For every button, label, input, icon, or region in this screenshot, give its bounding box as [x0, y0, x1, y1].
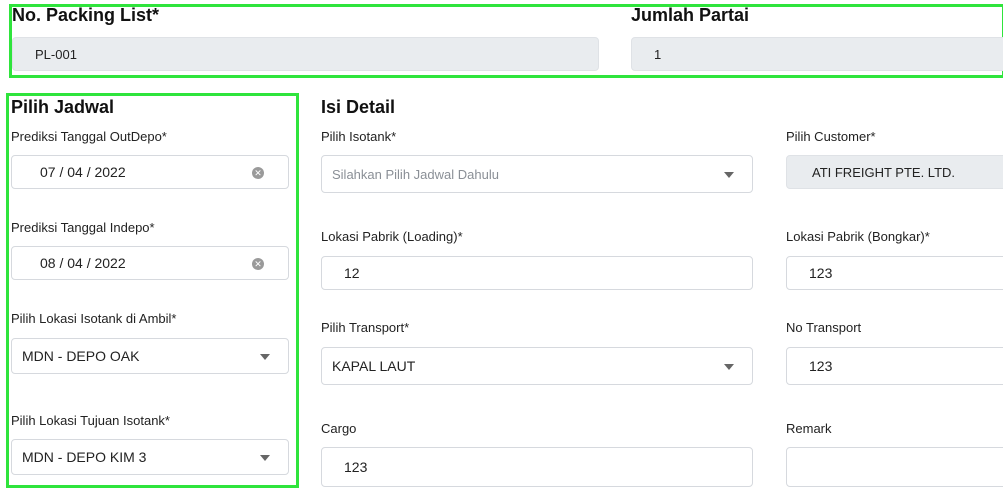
cargo-input[interactable]: 123: [321, 447, 753, 487]
chevron-down-icon: [724, 172, 734, 178]
outdepo-date-value: 07 / 04 / 2022: [40, 164, 126, 180]
packing-list-input[interactable]: PL-001: [12, 37, 599, 71]
isotank-label: Pilih Isotank*: [321, 129, 397, 144]
ambil-label: Pilih Lokasi Isotank di Ambil*: [11, 311, 177, 326]
loading-label: Lokasi Pabrik (Loading)*: [321, 229, 463, 244]
ambil-select-value: MDN - DEPO OAK: [22, 348, 140, 364]
chevron-down-icon: [260, 455, 270, 461]
bongkar-input[interactable]: 123: [786, 256, 1003, 290]
tujuan-label: Pilih Lokasi Tujuan Isotank*: [11, 413, 170, 428]
cargo-label: Cargo: [321, 421, 357, 436]
no-transport-label: No Transport: [786, 320, 862, 335]
packing-list-label: No. Packing List*: [12, 5, 160, 25]
chevron-down-icon: [260, 354, 270, 360]
isotank-placeholder: Silahkan Pilih Jadwal Dahulu: [332, 166, 499, 182]
outdepo-date-input[interactable]: 07 / 04 / 2022 ✕: [11, 155, 289, 189]
remark-label: Remark: [786, 421, 832, 436]
transport-label: Pilih Transport*: [321, 320, 410, 335]
clear-icon[interactable]: ✕: [252, 258, 264, 270]
customer-input[interactable]: ATI FREIGHT PTE. LTD.: [786, 155, 1003, 189]
jadwal-title: Pilih Jadwal: [11, 97, 115, 117]
jumlah-partai-input[interactable]: 1: [631, 37, 1003, 71]
no-transport-input[interactable]: 123: [786, 347, 1003, 385]
jadwal-section: [6, 93, 299, 488]
tujuan-select[interactable]: MDN - DEPO KIM 3: [11, 439, 289, 475]
loading-input[interactable]: 12: [321, 256, 753, 290]
indepo-label: Prediksi Tanggal Indepo*: [11, 220, 155, 235]
detail-title: Isi Detail: [321, 97, 396, 117]
transport-select[interactable]: KAPAL LAUT: [321, 347, 753, 385]
clear-icon[interactable]: ✕: [252, 167, 264, 179]
ambil-select[interactable]: MDN - DEPO OAK: [11, 338, 289, 374]
isotank-select[interactable]: Silahkan Pilih Jadwal Dahulu: [321, 155, 753, 193]
jumlah-partai-label: Jumlah Partai: [631, 5, 750, 25]
customer-label: Pilih Customer*: [786, 129, 876, 144]
bongkar-label: Lokasi Pabrik (Bongkar)*: [786, 229, 930, 244]
indepo-date-value: 08 / 04 / 2022: [40, 255, 126, 271]
chevron-down-icon: [724, 364, 734, 370]
outdepo-label: Prediksi Tanggal OutDepo*: [11, 129, 167, 144]
remark-input[interactable]: [786, 447, 1003, 487]
tujuan-select-value: MDN - DEPO KIM 3: [22, 449, 147, 465]
transport-select-value: KAPAL LAUT: [332, 358, 416, 374]
indepo-date-input[interactable]: 08 / 04 / 2022 ✕: [11, 246, 289, 280]
